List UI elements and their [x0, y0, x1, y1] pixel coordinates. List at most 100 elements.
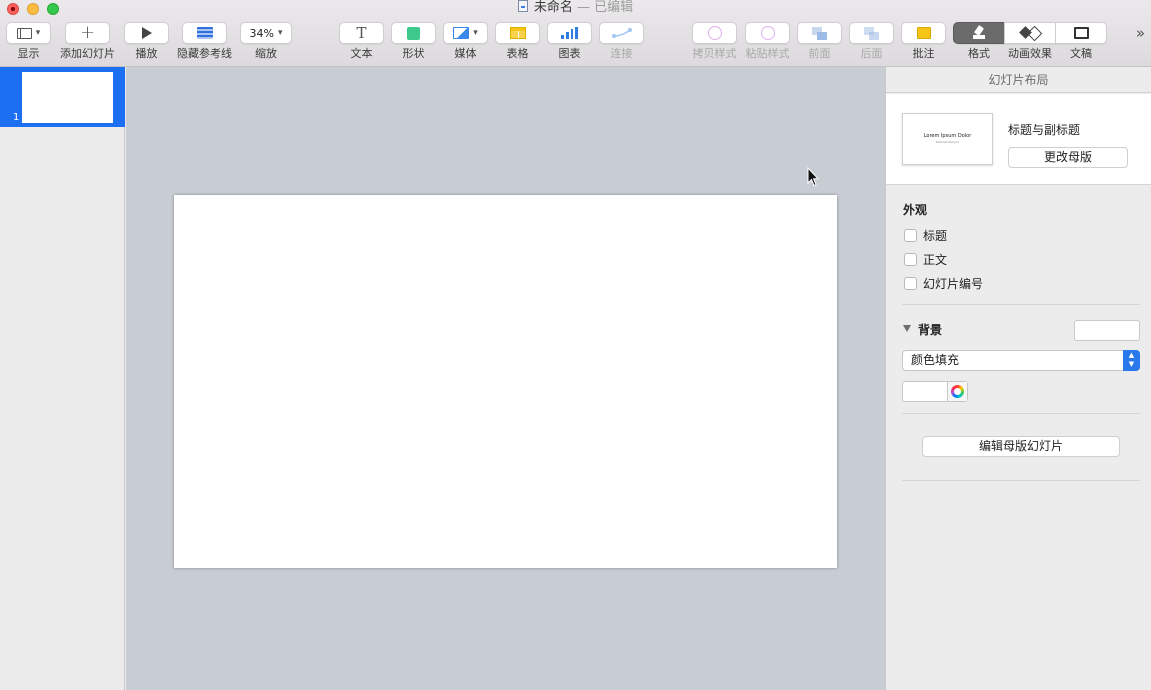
document-label: 文稿 — [1070, 47, 1092, 60]
toolbar-back[interactable]: 后面 — [849, 22, 894, 61]
disclosure-triangle-icon[interactable] — [903, 325, 911, 332]
toolbar-front[interactable]: 前面 — [797, 22, 842, 61]
slide[interactable] — [174, 195, 837, 568]
toolbar-document[interactable]: 文稿 — [1055, 22, 1107, 61]
slide-number-checkbox-label: 幻灯片编号 — [923, 277, 984, 291]
change-master-button[interactable]: 更改母版 — [1008, 147, 1128, 168]
copy-style-button[interactable] — [692, 22, 737, 44]
media-label: 媒体 — [454, 47, 477, 60]
toolbar-comment[interactable]: 批注 — [901, 22, 946, 61]
plus-icon: + — [79, 22, 96, 43]
slide-navigator: 1 — [0, 67, 125, 690]
divider — [902, 480, 1140, 481]
edited-status: — 已编辑 — [577, 0, 634, 15]
media-button[interactable]: ▾ — [443, 22, 488, 44]
toolbar-paste-style[interactable]: 粘贴样式 — [745, 22, 790, 61]
zoom-label: 缩放 — [255, 47, 277, 60]
body-checkbox[interactable] — [904, 253, 917, 266]
table-label: 表格 — [506, 47, 529, 60]
appearance-option-body[interactable]: 正文 — [904, 251, 947, 268]
window-title: 未命名 — 已编辑 — [0, 0, 1151, 16]
toolbar-animate[interactable]: 动画效果 — [1004, 22, 1056, 61]
play-label: 播放 — [135, 47, 158, 60]
view-button[interactable]: ▾ — [6, 22, 51, 44]
slide-thumbnail[interactable] — [22, 72, 113, 123]
chart-button[interactable] — [547, 22, 592, 44]
appearance-option-slide-number[interactable]: 幻灯片编号 — [904, 275, 983, 292]
bring-front-button[interactable] — [797, 22, 842, 44]
comment-button[interactable] — [901, 22, 946, 44]
color-wheel-button[interactable] — [947, 382, 967, 401]
toolbar-chart[interactable]: 图表 — [547, 22, 592, 61]
slide-number: 1 — [13, 112, 20, 123]
title-checkbox-label: 标题 — [923, 229, 948, 243]
zoom-select[interactable]: 34% ▾ — [240, 22, 292, 44]
layout-section: Lorem Ipsum Dolor Sitamet tempor 标题与副标题 … — [886, 94, 1151, 185]
document-button[interactable] — [1055, 22, 1107, 44]
background-color-well[interactable] — [902, 381, 968, 402]
guides-icon — [196, 27, 213, 39]
toolbar-connect[interactable]: 连接 — [599, 22, 644, 61]
toolbar-copy-style[interactable]: 拷贝样式 — [692, 22, 737, 61]
hide-guides-label: 隐藏参考线 — [177, 47, 232, 60]
toolbar-view[interactable]: ▾ 显示 — [6, 22, 51, 61]
fill-type-value: 颜色填充 — [911, 353, 960, 367]
toolbar-media[interactable]: ▾ 媒体 — [443, 22, 488, 61]
toolbar-text[interactable]: T 文本 — [339, 22, 384, 61]
layout-thumbnail[interactable]: Lorem Ipsum Dolor Sitamet tempor — [902, 113, 993, 165]
shape-button[interactable] — [391, 22, 436, 44]
media-icon — [453, 27, 470, 39]
animate-label: 动画效果 — [1008, 47, 1052, 60]
background-preview-swatch[interactable] — [1074, 320, 1140, 341]
text-label: 文本 — [350, 47, 373, 60]
connect-icon — [611, 28, 632, 38]
toolbar: 未命名 — 已编辑 ▾ 显示 + 添加幻灯片 播放 隐藏参考线 34% ▾ 缩放… — [0, 0, 1151, 67]
sidebar-icon — [16, 27, 32, 39]
text-icon: T — [356, 23, 367, 42]
toolbar-play[interactable]: 播放 — [124, 22, 169, 61]
format-inspector: 幻灯片布局 Lorem Ipsum Dolor Sitamet tempor 标… — [885, 67, 1151, 690]
slide-number-checkbox[interactable] — [904, 277, 917, 290]
divider — [902, 413, 1140, 414]
format-button[interactable] — [953, 22, 1005, 44]
background-title: 背景 — [918, 323, 943, 337]
animate-button[interactable] — [1004, 22, 1056, 44]
send-back-button[interactable] — [849, 22, 894, 44]
paste-style-button[interactable] — [745, 22, 790, 44]
title-checkbox[interactable] — [904, 229, 917, 242]
toolbar-zoom[interactable]: 34% ▾ 缩放 — [240, 22, 292, 61]
inspector-title: 幻灯片布局 — [886, 67, 1151, 93]
text-button[interactable]: T — [339, 22, 384, 44]
table-icon — [509, 27, 526, 39]
toolbar-table[interactable]: 表格 — [495, 22, 540, 61]
copy-style-label: 拷贝样式 — [692, 47, 737, 60]
connect-button[interactable] — [599, 22, 644, 44]
chart-label: 图表 — [558, 47, 581, 60]
toolbar-format[interactable]: 格式 — [953, 22, 1005, 61]
slide-thumbnail-row[interactable]: 1 — [0, 67, 125, 127]
toolbar-overflow-icon[interactable]: » — [1136, 24, 1145, 42]
zoom-value: 34% — [249, 26, 274, 40]
paste-style-icon — [760, 26, 775, 40]
shape-icon — [407, 26, 420, 40]
chevron-down-icon: ▾ — [35, 28, 41, 38]
table-button[interactable] — [495, 22, 540, 44]
play-button[interactable] — [124, 22, 169, 44]
toolbar-hide-guides[interactable]: 隐藏参考线 — [177, 22, 232, 61]
document-name: 未命名 — [533, 0, 573, 15]
toolbar-add-slide[interactable]: + 添加幻灯片 — [60, 22, 115, 61]
add-slide-button[interactable]: + — [65, 22, 110, 44]
appearance-option-title[interactable]: 标题 — [904, 227, 947, 244]
fill-type-select[interactable]: 颜色填充 ▲ ▼ — [902, 350, 1140, 371]
add-slide-label: 添加幻灯片 — [60, 47, 115, 60]
back-label: 后面 — [860, 47, 883, 60]
view-label: 显示 — [17, 47, 40, 60]
format-label: 格式 — [968, 47, 990, 60]
format-brush-icon — [972, 26, 986, 40]
toolbar-shape[interactable]: 形状 — [391, 22, 436, 61]
hide-guides-button[interactable] — [182, 22, 227, 44]
divider — [902, 304, 1140, 305]
edit-master-slide-button[interactable]: 编辑母版幻灯片 — [922, 436, 1120, 457]
slide-canvas[interactable] — [126, 67, 885, 690]
connect-label: 连接 — [610, 47, 633, 60]
